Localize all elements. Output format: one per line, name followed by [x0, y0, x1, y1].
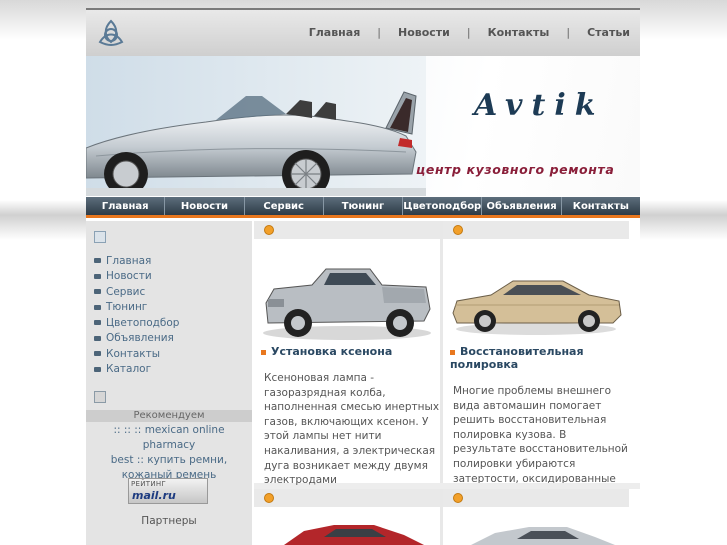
card-header	[254, 221, 440, 239]
bullet-icon	[94, 273, 101, 279]
main-nav-color-matching[interactable]: Цветоподбор	[403, 197, 483, 215]
article-card-xenon: Установка ксенона Ксеноновая лампа - газ…	[254, 221, 440, 486]
top-nav-separator: |	[566, 26, 571, 39]
sidebar-item-label[interactable]: Каталог	[106, 363, 151, 375]
top-nav-separator: |	[377, 26, 381, 39]
sidebar-item-label[interactable]: Сервис	[106, 286, 145, 298]
brand-logo-text[interactable]: Avtik	[474, 88, 605, 123]
rating-brand: mail.ru	[132, 489, 176, 502]
top-nav: Главная | Новости | Контакты | Статьи	[309, 26, 630, 39]
sidebar-item-label[interactable]: Тюнинг	[106, 301, 147, 313]
top-nav-articles[interactable]: Статьи	[587, 26, 630, 39]
card-title-xenon[interactable]: Установка ксенона	[261, 345, 437, 358]
sidebar: Главная Новости Сервис Тюнинг Цветоподбо…	[86, 221, 252, 545]
sidebar-item-news[interactable]: Новости	[94, 269, 179, 285]
header-banner: Avtik центр кузовного ремонта	[86, 56, 640, 196]
main-content: Установка ксенона Ксеноновая лампа - газ…	[254, 221, 640, 545]
recommend-box-icon	[94, 391, 106, 403]
bullet-icon	[94, 320, 101, 326]
card-title-text[interactable]: Установка ксенона	[271, 345, 392, 358]
card-header	[443, 489, 629, 507]
main-nav-service[interactable]: Сервис	[244, 197, 324, 215]
recommend-title: Рекомендуем	[86, 410, 252, 422]
article-card-bottom-right	[443, 489, 629, 545]
convertible-car-image	[86, 56, 426, 196]
pickup-truck-image[interactable]	[254, 239, 440, 343]
bullet-icon	[94, 304, 101, 310]
sidebar-item-label[interactable]: Цветоподбор	[106, 317, 179, 329]
rating-label: РЕЙТИНГ	[131, 480, 167, 488]
partners-title: Партнеры	[141, 515, 197, 527]
sidebar-item-home[interactable]: Главная	[94, 253, 179, 269]
main-nav: Главная Новости Сервис Тюнинг Цветоподбо…	[86, 197, 640, 218]
title-bullet-icon	[450, 349, 455, 355]
article-card-polishing: Восстановительная полировка Многие пробл…	[443, 221, 629, 483]
orange-bullet-icon	[453, 493, 463, 503]
recommend-link[interactable]: best	[111, 454, 134, 466]
recommend-separator: ::	[136, 454, 144, 466]
brand-tagline: центр кузовного ремонта	[416, 162, 615, 177]
bullet-icon	[94, 366, 101, 372]
orange-bullet-icon	[264, 493, 274, 503]
bullet-icon	[94, 258, 101, 264]
card-header	[254, 489, 440, 507]
main-nav-tuning[interactable]: Тюнинг	[323, 197, 404, 215]
top-nav-contacts[interactable]: Контакты	[488, 26, 550, 39]
recommend-links: :: :: :: mexican online pharmacy best ::…	[86, 423, 252, 483]
card-text-polishing: Многие проблемы внешнего вида автомашин …	[453, 385, 628, 483]
sidebar-item-catalog[interactable]: Каталог	[94, 362, 179, 378]
orange-bullet-icon	[264, 225, 274, 235]
sidebar-item-tuning[interactable]: Тюнинг	[94, 300, 179, 316]
top-nav-home[interactable]: Главная	[309, 26, 361, 39]
top-bar: Главная | Новости | Контакты | Статьи	[86, 8, 640, 56]
top-nav-news[interactable]: Новости	[398, 26, 450, 39]
bullet-icon	[94, 289, 101, 295]
article-card-bottom-left	[254, 489, 440, 545]
card-header	[443, 221, 629, 239]
silver-car-image[interactable]	[443, 507, 629, 545]
bullet-icon	[94, 351, 101, 357]
sidebar-item-contacts[interactable]: Контакты	[94, 346, 179, 362]
top-nav-separator: |	[466, 26, 471, 39]
menu-box-icon	[94, 231, 106, 243]
sedan-car-image[interactable]	[443, 239, 629, 343]
card-title-text[interactable]: Восстановительная полировка	[450, 345, 584, 371]
main-nav-news[interactable]: Новости	[165, 197, 245, 215]
sidebar-item-label[interactable]: Новости	[106, 270, 152, 282]
sidebar-item-service[interactable]: Сервис	[94, 284, 179, 300]
bullet-icon	[94, 335, 101, 341]
red-car-image[interactable]	[254, 507, 440, 545]
main-nav-contacts[interactable]: Контакты	[561, 197, 640, 215]
sidebar-item-ads[interactable]: Объявления	[94, 331, 179, 347]
card-title-polishing[interactable]: Восстановительная полировка	[450, 345, 626, 371]
card-text-xenon: Ксеноновая лампа - газоразрядная колба, …	[264, 372, 440, 487]
page: Главная | Новости | Контакты | Статьи Av…	[86, 8, 640, 545]
sidebar-item-color-matching[interactable]: Цветоподбор	[94, 315, 179, 331]
orange-bullet-icon	[453, 225, 463, 235]
sidebar-item-label[interactable]: Контакты	[106, 348, 160, 360]
recommend-prefix: :: :: ::	[113, 424, 142, 436]
mail-ru-rating-badge[interactable]: РЕЙТИНГ mail.ru	[128, 478, 208, 504]
main-nav-ads[interactable]: Объявления	[482, 197, 562, 215]
triquetra-logo-icon[interactable]	[96, 18, 126, 48]
recommend-link[interactable]: mexican online pharmacy	[143, 424, 225, 451]
main-nav-home[interactable]: Главная	[86, 197, 166, 215]
title-bullet-icon	[261, 349, 266, 355]
sidebar-menu: Главная Новости Сервис Тюнинг Цветоподбо…	[94, 253, 179, 377]
sidebar-item-label[interactable]: Объявления	[106, 332, 174, 344]
sidebar-item-label[interactable]: Главная	[106, 255, 151, 267]
